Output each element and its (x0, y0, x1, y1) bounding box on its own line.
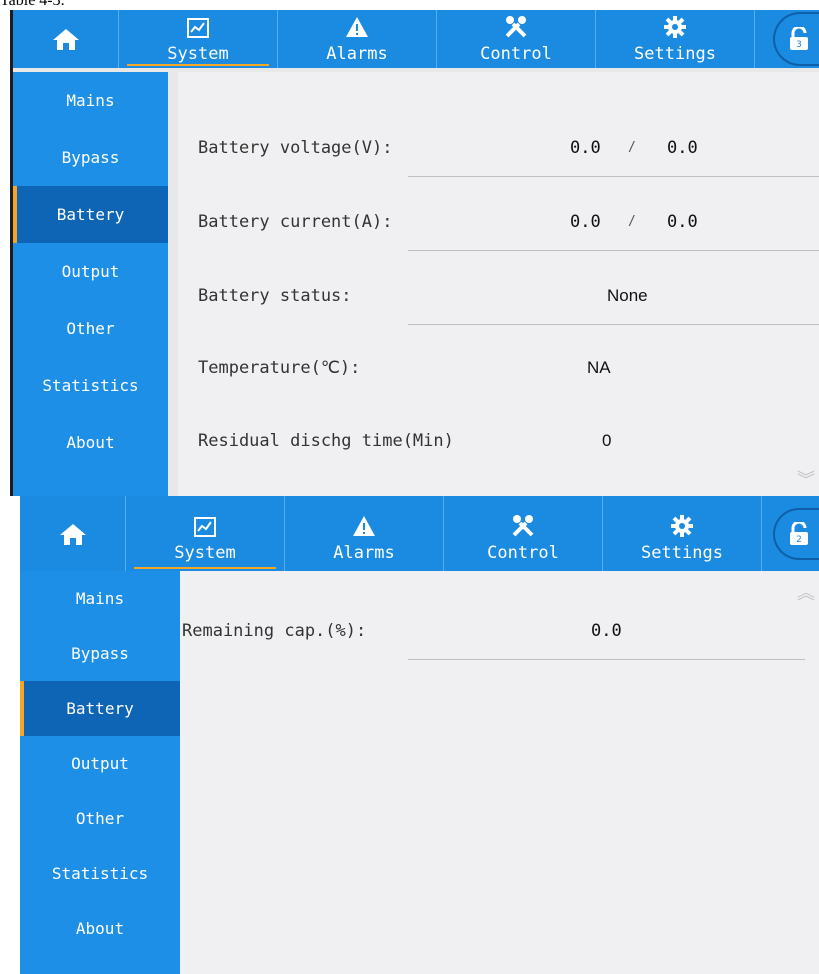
remaining-capacity-label: Remaining cap.(%): (182, 621, 367, 641)
lock-badge: 3 (796, 40, 802, 50)
gear-icon (671, 515, 693, 537)
chart-icon (187, 18, 209, 38)
battery-voltage-label: Battery voltage(V): (198, 138, 393, 158)
tab-label: Control (487, 543, 559, 563)
battery-current-label: Battery current(A): (198, 212, 393, 232)
screen-page-1: System Alarms Control Settings 3 Mains B… (10, 10, 819, 496)
lock-area: 3 (755, 10, 819, 68)
sidebar-item-about[interactable]: About (20, 901, 180, 956)
unlock-icon: 2 (790, 522, 808, 545)
home-icon (52, 29, 79, 50)
home-icon (59, 523, 86, 545)
row-divider (408, 659, 805, 660)
sidebar-item-other[interactable]: Other (13, 300, 168, 357)
temperature-value: NA (587, 358, 611, 377)
tools-icon (504, 16, 528, 38)
tab-label: Settings (634, 44, 716, 64)
lock-button[interactable]: 3 (773, 12, 819, 66)
warning-icon (345, 16, 369, 38)
battery-voltage-value-2: 0.0 (667, 138, 698, 158)
battery-info-panel: ︽ Remaining cap.(%): 0.0 (180, 571, 819, 974)
sidebar-item-output[interactable]: Output (20, 736, 180, 791)
sidebar-item-statistics[interactable]: Statistics (20, 846, 180, 901)
sidebar-item-battery[interactable]: Battery (20, 681, 180, 736)
gear-icon (664, 16, 686, 38)
chart-icon (194, 517, 216, 537)
battery-status-label: Battery status: (198, 286, 352, 306)
value-separator: / (628, 140, 636, 155)
tab-label: Alarms (326, 44, 388, 64)
battery-current-value: 0.0 (570, 212, 601, 232)
tab-control[interactable]: Control (437, 10, 596, 68)
temperature-row: Temperature(℃): NA (178, 339, 819, 397)
lock-badge: 2 (796, 535, 802, 545)
remaining-capacity-row: Remaining cap.(%): 0.0 (180, 602, 819, 660)
battery-current-value-2: 0.0 (667, 212, 698, 232)
tab-label: System (174, 543, 236, 563)
residual-discharge-row: Residual dischg time(Min) 0 (178, 412, 819, 470)
warning-icon (352, 515, 376, 537)
row-divider (408, 324, 819, 325)
sidebar-item-mains[interactable]: Mains (20, 571, 180, 626)
tab-control[interactable]: Control (444, 496, 603, 571)
home-button[interactable] (13, 10, 119, 68)
value-separator: / (628, 214, 636, 229)
sidebar-item-bypass[interactable]: Bypass (13, 129, 168, 186)
tab-settings[interactable]: Settings (603, 496, 762, 571)
document-caption: Table 4-3. (0, 0, 65, 9)
top-nav-bar: System Alarms Control Settings 3 (13, 10, 819, 68)
unlock-icon: 3 (790, 27, 808, 50)
tab-settings[interactable]: Settings (596, 10, 755, 68)
sidebar-item-statistics[interactable]: Statistics (13, 357, 168, 414)
row-divider (408, 176, 819, 177)
tab-label: Settings (641, 543, 723, 563)
sidebar-item-bypass[interactable]: Bypass (20, 626, 180, 681)
tab-label: Alarms (333, 543, 395, 563)
sidebar-item-mains[interactable]: Mains (13, 72, 168, 129)
tab-label: System (167, 44, 229, 64)
sidebar-item-output[interactable]: Output (13, 243, 168, 300)
tab-alarms[interactable]: Alarms (278, 10, 437, 68)
residual-discharge-label: Residual dischg time(Min) (198, 431, 454, 451)
battery-current-row: Battery current(A): 0.0 / 0.0 (178, 193, 819, 251)
remaining-capacity-value: 0.0 (591, 621, 622, 641)
tools-icon (511, 515, 535, 537)
battery-voltage-row: Battery voltage(V): 0.0 / 0.0 (178, 119, 819, 177)
battery-info-panel: Battery voltage(V): 0.0 / 0.0 Battery cu… (178, 72, 819, 496)
tab-alarms[interactable]: Alarms (285, 496, 444, 571)
lock-area: 2 (762, 496, 819, 571)
sidebar-item-battery[interactable]: Battery (13, 186, 168, 243)
tab-label: Control (480, 44, 552, 64)
home-button[interactable] (20, 496, 126, 571)
residual-discharge-value: 0 (602, 431, 612, 450)
lock-button[interactable]: 2 (773, 508, 819, 560)
sidebar: Mains Bypass Battery Output Other Statis… (20, 571, 180, 974)
chevron-double-down-icon[interactable]: ︾ (797, 466, 815, 492)
top-nav-bar: System Alarms Control Settings 2 (20, 496, 819, 571)
row-divider (408, 250, 819, 251)
sidebar: Mains Bypass Battery Output Other Statis… (13, 72, 168, 496)
battery-voltage-value: 0.0 (570, 138, 601, 158)
screen-page-2: System Alarms Control Settings 2 Mains B… (20, 496, 819, 974)
tab-system[interactable]: System (119, 10, 278, 68)
sidebar-item-about[interactable]: About (13, 414, 168, 471)
tab-system[interactable]: System (126, 496, 285, 571)
sidebar-item-other[interactable]: Other (20, 791, 180, 846)
battery-status-row: Battery status: None (178, 267, 819, 325)
battery-status-value: None (607, 286, 648, 305)
temperature-label: Temperature(℃): (198, 358, 361, 378)
